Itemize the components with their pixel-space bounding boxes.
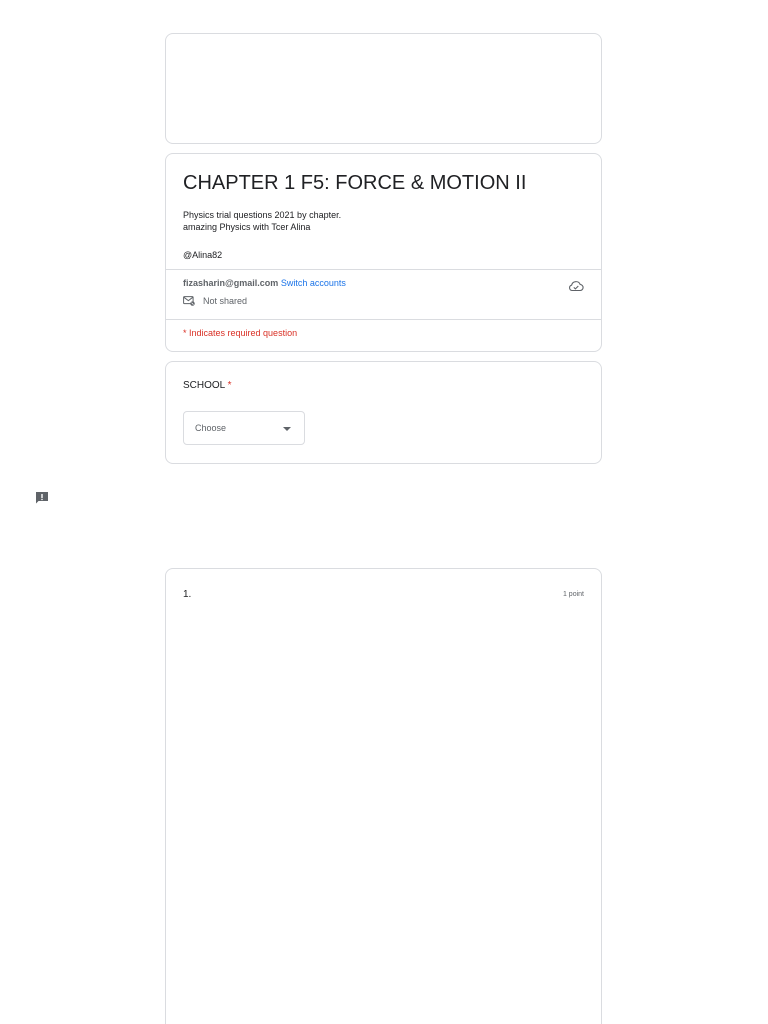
account-row: fizasharin@gmail.com Switch accounts	[183, 277, 346, 289]
school-question-title: SCHOOL *	[183, 379, 232, 392]
dropdown-arrow-icon	[283, 427, 291, 431]
required-asterisk: *	[227, 380, 232, 391]
shared-status-row: Not shared	[183, 295, 247, 307]
question-1-number: 1.	[183, 589, 192, 600]
form-description-line-1: Physics trial questions 2021 by chapter.	[183, 210, 342, 220]
mail-not-shared-icon	[183, 296, 195, 306]
header-divider	[166, 269, 601, 270]
account-email: fizasharin@gmail.com	[183, 278, 279, 288]
switch-accounts-link[interactable]: Switch accounts	[281, 278, 346, 288]
school-dropdown-value: Choose	[195, 423, 227, 433]
cloud-saved-icon[interactable]	[568, 280, 584, 292]
account-divider	[166, 319, 601, 320]
header-banner-card	[165, 33, 602, 144]
required-question-note: * Indicates required question	[183, 328, 298, 338]
school-question-card: SCHOOL * Choose	[165, 361, 602, 464]
form-header-card: CHAPTER 1 F5: FORCE & MOTION II Physics …	[165, 153, 602, 352]
form-description-line-2: amazing Physics with Tcer Alina	[183, 222, 311, 232]
question-1-points: 1 point	[562, 591, 584, 598]
question-1-card: 1. 1 point	[165, 568, 602, 1024]
shared-status-text: Not shared	[203, 296, 248, 306]
school-dropdown[interactable]: Choose	[183, 411, 305, 445]
school-question-label: SCHOOL	[183, 380, 225, 391]
form-author: @Alina82	[183, 250, 223, 260]
form-title: CHAPTER 1 F5: FORCE & MOTION II	[183, 172, 527, 194]
form-page: CHAPTER 1 F5: FORCE & MOTION II Physics …	[0, 0, 768, 1024]
report-issue-icon[interactable]	[35, 491, 49, 505]
